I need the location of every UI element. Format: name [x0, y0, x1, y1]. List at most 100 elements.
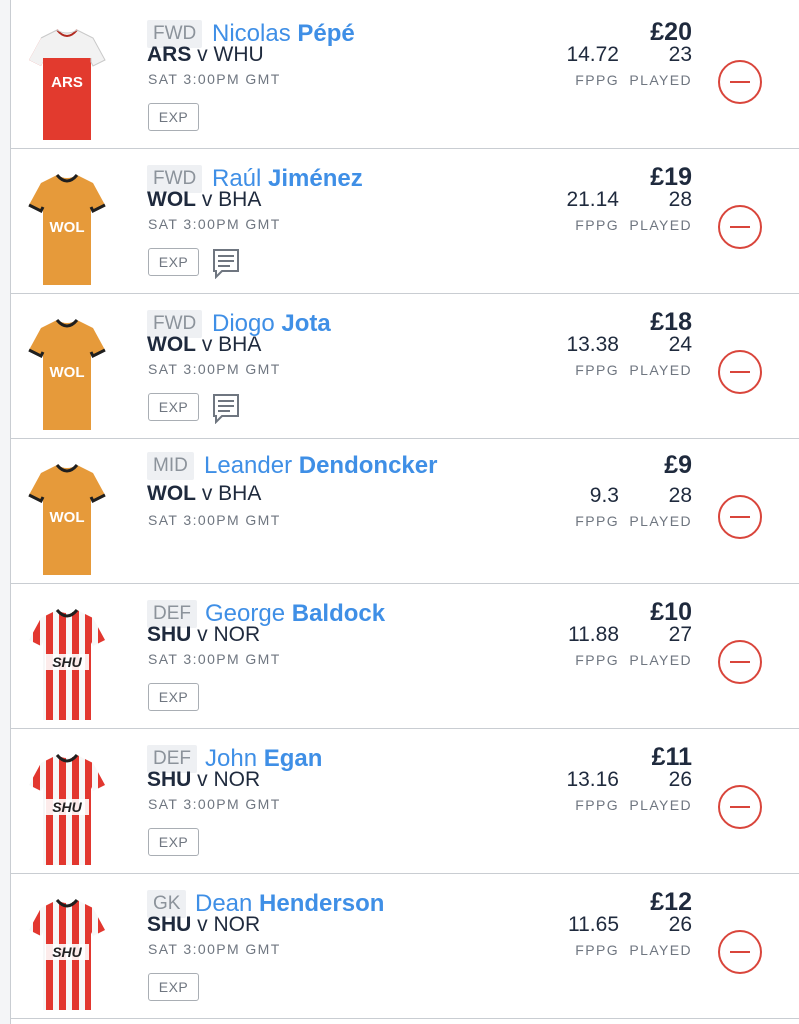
- played-value: 28: [668, 188, 692, 211]
- svg-text:ARS: ARS: [51, 74, 83, 91]
- home-team: WOL: [147, 333, 196, 356]
- kickoff-time: SAT 3:00PM GMT: [148, 651, 281, 667]
- team-shirt-icon: SHU: [29, 608, 105, 720]
- match-fixture: SHU v NOR: [147, 623, 261, 646]
- kickoff-time: SAT 3:00PM GMT: [148, 216, 281, 232]
- fppg-value: 11.88: [568, 623, 619, 646]
- match-fixture: SHU v NOR: [147, 913, 261, 936]
- svg-text:SHU: SHU: [52, 799, 82, 815]
- player-last-name: Pépé: [297, 20, 355, 47]
- remove-player-button[interactable]: [718, 495, 762, 539]
- player-position: MID: [147, 452, 194, 480]
- away-team: NOR: [213, 768, 261, 791]
- fppg-label: FPPG: [575, 217, 619, 233]
- away-team: WHU: [213, 43, 264, 66]
- svg-text:SHU: SHU: [52, 654, 82, 670]
- team-shirt-icon: WOL: [28, 173, 106, 285]
- player-last-name: Dendoncker: [298, 452, 438, 479]
- fppg-label: FPPG: [575, 362, 619, 378]
- kickoff-time: SAT 3:00PM GMT: [148, 796, 281, 812]
- player-price: £9: [664, 451, 692, 479]
- exp-button[interactable]: EXP: [148, 828, 199, 856]
- player-last-name: Baldock: [291, 600, 386, 627]
- fppg-value: 9.3: [589, 484, 619, 507]
- player-last-name: Henderson: [259, 890, 385, 917]
- player-row[interactable]: SHU GK Dean Henderson SHU v NOR SAT 3:00…: [11, 874, 799, 1019]
- kickoff-time: SAT 3:00PM GMT: [148, 512, 281, 528]
- kickoff-time: SAT 3:00PM GMT: [148, 71, 281, 87]
- notes-icon[interactable]: [211, 247, 241, 279]
- match-fixture: WOL v BHA: [147, 482, 262, 505]
- player-name[interactable]: Leander Dendoncker: [204, 450, 437, 482]
- remove-player-button[interactable]: [718, 60, 762, 104]
- played-value: 28: [668, 484, 692, 507]
- exp-button[interactable]: EXP: [148, 248, 199, 276]
- remove-player-button[interactable]: [718, 930, 762, 974]
- match-fixture: ARS v WHU: [147, 43, 264, 66]
- match-fixture: SHU v NOR: [147, 768, 261, 791]
- kickoff-time: SAT 3:00PM GMT: [148, 361, 281, 377]
- played-value: 24: [668, 333, 692, 356]
- exp-button[interactable]: EXP: [148, 103, 199, 131]
- played-label: PLAYED: [629, 72, 692, 88]
- away-team: BHA: [218, 333, 262, 356]
- player-row[interactable]: ARS FWD Nicolas Pépé ARS v WHU SAT 3:00P…: [11, 4, 799, 149]
- fppg-value: 13.38: [566, 333, 619, 356]
- kickoff-time: SAT 3:00PM GMT: [148, 941, 281, 957]
- svg-text:WOL: WOL: [50, 219, 85, 236]
- fppg-value: 13.16: [566, 768, 619, 791]
- svg-text:SHU: SHU: [52, 944, 82, 960]
- played-value: 26: [668, 768, 692, 791]
- away-team: BHA: [218, 482, 262, 505]
- remove-player-button[interactable]: [718, 205, 762, 249]
- player-first-name: Leander: [204, 452, 293, 479]
- match-fixture: WOL v BHA: [147, 333, 262, 356]
- fppg-value: 11.65: [568, 913, 619, 936]
- player-row[interactable]: SHU DEF John Egan SHU v NOR SAT 3:00PM G…: [11, 729, 799, 874]
- remove-player-button[interactable]: [718, 350, 762, 394]
- exp-button[interactable]: EXP: [148, 683, 199, 711]
- played-label: PLAYED: [629, 942, 692, 958]
- player-last-name: Egan: [263, 745, 323, 772]
- player-row[interactable]: WOL MID Leander Dendoncker WOL v BHA SAT…: [11, 439, 799, 584]
- home-team: WOL: [147, 482, 196, 505]
- home-team: SHU: [147, 768, 192, 791]
- fppg-label: FPPG: [575, 797, 619, 813]
- team-shirt-icon: SHU: [29, 753, 105, 865]
- team-shirt-icon: SHU: [29, 898, 105, 1010]
- player-row[interactable]: SHU DEF George Baldock SHU v NOR SAT 3:0…: [11, 584, 799, 729]
- played-label: PLAYED: [629, 797, 692, 813]
- played-label: PLAYED: [629, 652, 692, 668]
- fppg-label: FPPG: [575, 652, 619, 668]
- team-shirt-icon: WOL: [28, 463, 106, 575]
- svg-text:WOL: WOL: [50, 364, 85, 381]
- remove-player-button[interactable]: [718, 640, 762, 684]
- home-team: SHU: [147, 913, 192, 936]
- player-list: ARS FWD Nicolas Pépé ARS v WHU SAT 3:00P…: [10, 0, 799, 1024]
- player-last-name: Jiménez: [268, 165, 363, 192]
- played-value: 23: [668, 43, 692, 66]
- played-label: PLAYED: [629, 362, 692, 378]
- fppg-label: FPPG: [575, 942, 619, 958]
- away-team: BHA: [218, 188, 262, 211]
- home-team: SHU: [147, 623, 192, 646]
- home-team: WOL: [147, 188, 196, 211]
- remove-player-button[interactable]: [718, 785, 762, 829]
- player-row[interactable]: WOL FWD Raúl Jiménez WOL v BHA SAT 3:00P…: [11, 149, 799, 294]
- team-shirt-icon: WOL: [28, 318, 106, 430]
- exp-button[interactable]: EXP: [148, 973, 199, 1001]
- notes-icon[interactable]: [211, 392, 241, 424]
- exp-button[interactable]: EXP: [148, 393, 199, 421]
- fppg-value: 14.72: [566, 43, 619, 66]
- played-label: PLAYED: [629, 217, 692, 233]
- played-label: PLAYED: [629, 513, 692, 529]
- played-value: 26: [668, 913, 692, 936]
- player-last-name: Jota: [281, 310, 331, 337]
- player-row[interactable]: WOL FWD Diogo Jota WOL v BHA SAT 3:00PM …: [11, 294, 799, 439]
- team-shirt-icon: ARS: [29, 29, 106, 140]
- svg-text:WOL: WOL: [50, 509, 85, 526]
- home-team: ARS: [147, 43, 192, 66]
- away-team: NOR: [213, 623, 261, 646]
- played-value: 27: [668, 623, 692, 646]
- match-fixture: WOL v BHA: [147, 188, 262, 211]
